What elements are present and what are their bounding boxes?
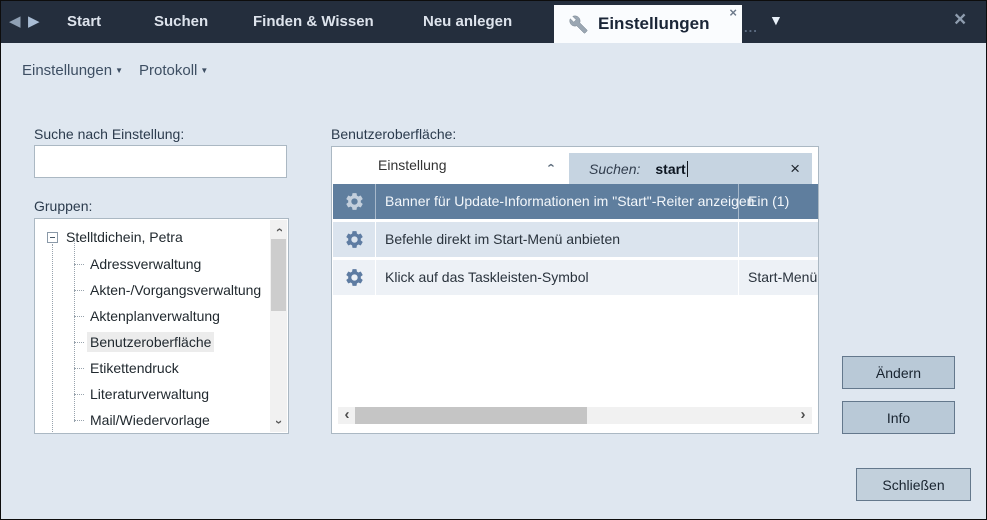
tree-root-label: Stelltdichein, Petra: [66, 229, 183, 245]
menu-protokoll[interactable]: Protokoll▼: [139, 62, 208, 79]
search-clear-icon[interactable]: ×: [790, 159, 800, 178]
aendern-button[interactable]: Ändern: [842, 356, 955, 389]
overflow-ellipsis[interactable]: ...: [744, 20, 758, 35]
tab-neu-anlegen[interactable]: Neu anlegen: [423, 1, 512, 43]
chevron-down-icon: ▼: [115, 66, 123, 75]
tree-root-item[interactable]: Stelltdichein, Petra: [35, 225, 183, 249]
scroll-down-icon[interactable]: ›: [273, 416, 285, 428]
active-tab-label: Einstellungen: [598, 14, 709, 34]
table-search-box[interactable]: Suchen: start ×: [569, 153, 812, 185]
tab-list-dropdown-icon[interactable]: ▼: [769, 12, 783, 28]
horizontal-scrollbar[interactable]: ‹ ›: [338, 407, 812, 424]
tree-item-mail-wiedervorlage[interactable]: Mail/Wiedervorlage: [74, 407, 266, 433]
groups-label: Gruppen:: [34, 198, 92, 214]
column-divider: [738, 260, 739, 295]
info-button[interactable]: Info: [842, 401, 955, 434]
groups-tree: Stelltdichein, Petra Adressverwaltung Ak…: [34, 218, 289, 434]
tab-start[interactable]: Start: [67, 1, 101, 43]
table-row-selected[interactable]: Banner für Update-Informationen im "Star…: [333, 184, 818, 219]
tree-item-label: Akten-/Vorgangsverwaltung: [87, 280, 264, 300]
tab-finden-wissen[interactable]: Finden & Wissen: [253, 1, 374, 43]
column-divider: [738, 184, 739, 219]
tree-item-benutzeroberflaeche-selected[interactable]: Benutzeroberfläche: [74, 329, 266, 355]
column-divider: [738, 222, 739, 257]
wrench-icon: [569, 15, 588, 34]
chevron-down-icon: ▼: [200, 66, 208, 75]
table-search-value[interactable]: start: [655, 161, 685, 177]
vertical-scrollbar[interactable]: › ›: [270, 220, 287, 432]
table-row[interactable]: Befehle direkt im Start-Menü anbieten: [333, 222, 818, 257]
settings-table: Einstellung › Suchen: start × Banner für…: [331, 146, 819, 434]
schliessen-button[interactable]: Schließen: [856, 468, 971, 501]
tree-item-label: Mail/Wiedervorlage: [87, 410, 213, 430]
table-row[interactable]: Klick auf das Taskleisten-Symbol Start-M…: [333, 260, 818, 295]
collapse-icon[interactable]: [47, 232, 58, 243]
scroll-up-icon[interactable]: ›: [273, 224, 285, 236]
settings-window: ◀ ▶ Start Suchen Finden & Wissen Neu anl…: [0, 0, 987, 520]
setting-value: Start-Menü: [748, 260, 817, 295]
text-cursor: [687, 161, 688, 177]
tree-item-label: Etikettendruck: [87, 358, 182, 378]
forward-arrow-icon[interactable]: ▶: [28, 13, 40, 31]
setting-search-input[interactable]: [34, 145, 287, 178]
tree-item-adressverwaltung[interactable]: Adressverwaltung: [74, 251, 266, 277]
scroll-right-icon[interactable]: ›: [797, 408, 809, 423]
column-divider: [375, 222, 376, 257]
search-setting-label: Suche nach Einstellung:: [34, 126, 184, 142]
back-arrow-icon[interactable]: ◀: [9, 13, 21, 31]
setting-value: Ein (1): [748, 184, 789, 219]
menu-einstellungen-label: Einstellungen: [22, 62, 112, 79]
tree-item-label: Benutzeroberfläche: [87, 332, 214, 352]
gear-icon: [333, 184, 375, 219]
column-divider: [375, 184, 376, 219]
tree-item-akten-vorgangsverwaltung[interactable]: Akten-/Vorgangsverwaltung: [74, 277, 266, 303]
tab-close-icon[interactable]: ×: [729, 5, 737, 20]
tree-item-aktenplanverwaltung[interactable]: Aktenplanverwaltung: [74, 303, 266, 329]
tab-suchen[interactable]: Suchen: [154, 1, 208, 43]
menu-einstellungen[interactable]: Einstellungen▼: [22, 62, 123, 79]
tree-item-label: Aktenplanverwaltung: [87, 306, 223, 326]
column-header-einstellung[interactable]: Einstellung: [378, 157, 447, 173]
window-close-icon[interactable]: ×: [954, 8, 966, 32]
tab-einstellungen-active[interactable]: Einstellungen ×: [554, 5, 742, 43]
tree-line: [52, 244, 53, 432]
table-search-label: Suchen:: [589, 161, 640, 177]
scrollbar-thumb[interactable]: [355, 407, 587, 424]
tree-item-label: Adressverwaltung: [87, 254, 204, 274]
tree-item-etikettendruck[interactable]: Etikettendruck: [74, 355, 266, 381]
tree-item-label: Literaturverwaltung: [87, 384, 212, 404]
gear-icon: [333, 222, 375, 257]
scrollbar-thumb[interactable]: [271, 239, 286, 311]
setting-name: Banner für Update-Informationen im "Star…: [385, 184, 754, 219]
menu-protokoll-label: Protokoll: [139, 62, 197, 79]
setting-name: Klick auf das Taskleisten-Symbol: [385, 260, 589, 295]
setting-name: Befehle direkt im Start-Menü anbieten: [385, 222, 620, 257]
table-title: Benutzeroberfläche:: [331, 126, 456, 142]
sort-ascending-icon[interactable]: ›: [543, 163, 558, 167]
ribbon-tab-bar: ◀ ▶ Start Suchen Finden & Wissen Neu anl…: [1, 1, 986, 43]
column-divider: [375, 260, 376, 295]
scroll-left-icon[interactable]: ‹: [341, 408, 353, 423]
tree-item-literaturverwaltung[interactable]: Literaturverwaltung: [74, 381, 266, 407]
gear-icon: [333, 260, 375, 295]
